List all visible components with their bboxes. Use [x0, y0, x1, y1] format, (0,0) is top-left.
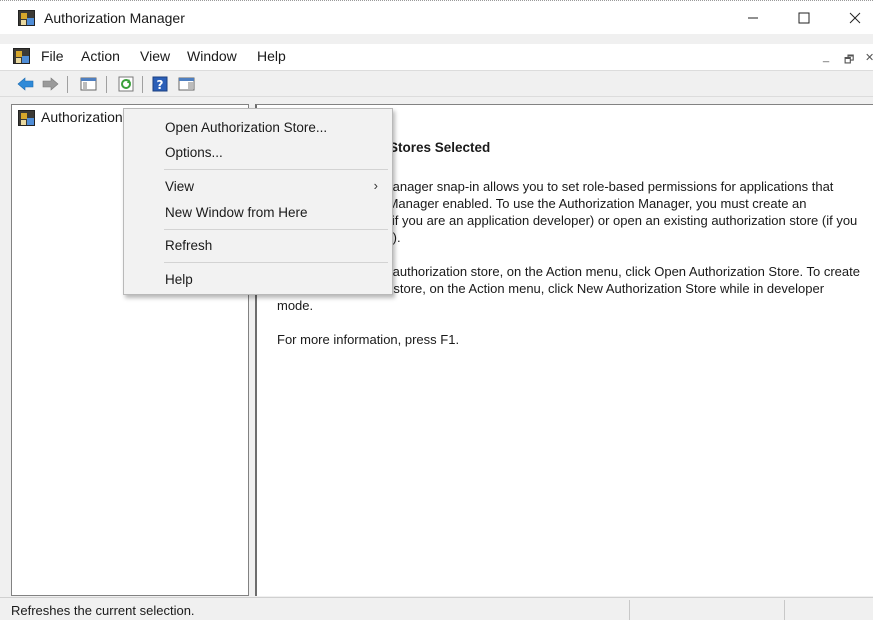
status-bar: Refreshes the current selection. [0, 597, 873, 620]
show-hide-console-tree-icon[interactable] [80, 76, 97, 92]
chevron-right-icon: › [373, 178, 378, 193]
context-menu-separator [164, 229, 388, 230]
context-menu-options[interactable]: Options... [126, 141, 390, 164]
menu-action[interactable]: Action [81, 48, 120, 64]
status-divider [784, 600, 785, 620]
mdi-minimize-button[interactable]: _ [823, 51, 829, 63]
mdi-restore-button[interactable]: 🗗 [844, 51, 854, 70]
back-arrow-icon[interactable] [17, 76, 34, 92]
authorization-manager-app-icon[interactable] [18, 10, 35, 26]
context-menu-refresh[interactable]: Refresh [126, 234, 390, 257]
context-menu-item-label: Open Authorization Store... [165, 120, 328, 135]
context-menu-item-label: Options... [165, 145, 223, 160]
minimize-button[interactable] [730, 1, 775, 35]
svg-text:?: ? [157, 78, 164, 92]
toolbar-separator [106, 76, 107, 93]
menu-file[interactable]: File [41, 48, 64, 64]
title-bar: Authorization Manager [0, 0, 873, 34]
maximize-icon [798, 12, 809, 24]
status-divider [629, 600, 630, 620]
context-menu-view[interactable]: View › [126, 175, 390, 198]
mdi-close-button[interactable]: ✕ [865, 51, 873, 64]
minimize-icon [747, 17, 758, 19]
toolbar: ? [0, 70, 873, 97]
menu-bar: File Action View Window Help _ 🗗 ✕ [0, 44, 873, 70]
context-menu-separator [164, 169, 388, 170]
content-paragraph: For more information, press F1. [277, 332, 460, 347]
context-menu-item-label: View [165, 179, 195, 194]
context-menu-item-label: New Window from Here [165, 205, 308, 220]
maximize-button[interactable] [781, 1, 826, 35]
close-button[interactable] [832, 1, 873, 35]
context-menu: Open Authorization Store... Options... V… [123, 108, 393, 295]
context-menu-item-label: Refresh [165, 238, 213, 253]
status-text: Refreshes the current selection. [11, 603, 195, 618]
refresh-icon[interactable] [118, 76, 135, 92]
context-menu-item-label: Help [165, 272, 193, 287]
menu-window[interactable]: Window [187, 48, 237, 64]
help-icon[interactable]: ? [152, 76, 169, 92]
authorization-manager-node-icon [18, 110, 35, 126]
toolbar-separator [142, 76, 143, 93]
show-hide-action-pane-icon[interactable] [178, 76, 195, 92]
toolbar-separator [67, 76, 68, 93]
context-menu-help[interactable]: Help [126, 268, 390, 291]
context-menu-new-window-from-here[interactable]: New Window from Here [126, 201, 390, 224]
window-title: Authorization Manager [44, 10, 185, 26]
forward-arrow-icon[interactable] [42, 76, 59, 92]
menu-view[interactable]: View [140, 48, 170, 64]
context-menu-separator [164, 262, 388, 263]
close-icon [849, 12, 860, 24]
context-menu-open-authorization-store[interactable]: Open Authorization Store... [126, 116, 390, 139]
mdi-system-menu-icon[interactable] [13, 48, 30, 64]
menu-help[interactable]: Help [257, 48, 286, 64]
